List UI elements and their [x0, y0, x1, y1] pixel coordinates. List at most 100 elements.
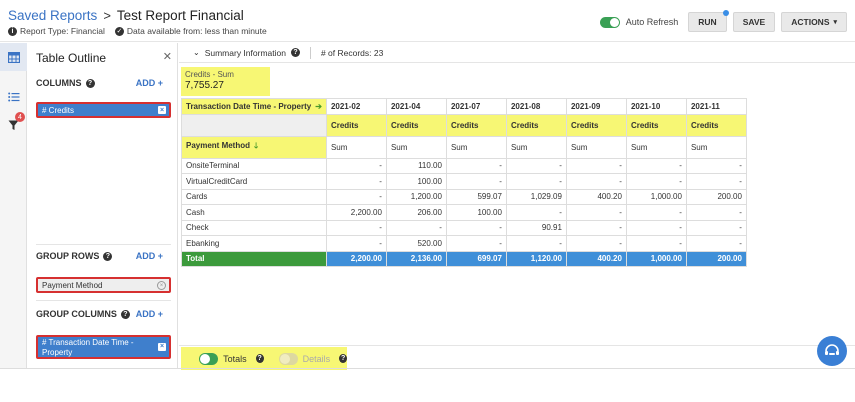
- table-cell: -: [325, 157, 387, 174]
- records-count: # of Records: 23: [320, 47, 384, 58]
- save-button-label: SAVE: [742, 17, 766, 27]
- table-cell: -: [625, 219, 687, 236]
- group-row-pill-payment-method[interactable]: Payment Method ×: [36, 277, 171, 293]
- measure-header: Credits: [625, 113, 687, 137]
- date-header: 2021-02: [325, 98, 387, 115]
- help-icon[interactable]: ?: [85, 78, 95, 88]
- details-toggle[interactable]: [278, 352, 298, 365]
- table-cell: -: [445, 235, 507, 252]
- table-row-measure: Credits Credits Credits Credits Credits …: [181, 113, 747, 137]
- group-column-pill-label: # Transaction Date Time - Property: [42, 338, 134, 357]
- table-cell: 400.20: [565, 188, 627, 205]
- table-row: Check - - -90.91- - -: [181, 219, 747, 236]
- table-cell: 599.07: [445, 188, 507, 205]
- table-cell: 100.00: [385, 173, 447, 190]
- table-cell: 2,200.00: [325, 204, 387, 221]
- table-body: OnsiteTerminal -110.00- - - - - VirtualCreditC…: [181, 157, 747, 252]
- help-icon[interactable]: ?: [255, 354, 264, 363]
- table-row: VirtualCreditCard -100.00- - - - -: [181, 173, 747, 190]
- table-cell: 100.00: [445, 204, 507, 221]
- totals-label: Totals: [223, 353, 247, 364]
- table-cell: -: [625, 173, 687, 190]
- table-row-agg: Payment Method 🡓 Sum Sum Sum Sum Sum Sum …: [181, 135, 747, 159]
- add-group-row-button[interactable]: ADD +: [136, 251, 163, 261]
- actions-button[interactable]: ACTIONS ▾: [781, 12, 847, 32]
- save-button[interactable]: SAVE: [732, 12, 776, 32]
- table-view-button[interactable]: [0, 43, 27, 71]
- total-cell: 2,136.00: [385, 250, 447, 267]
- date-header: 2021-09: [565, 98, 627, 115]
- total-cell: 2,200.00: [325, 250, 387, 267]
- report-meta: i Report Type: Financial ✓ Data availabl…: [8, 26, 267, 36]
- details-label: Details: [302, 353, 331, 364]
- chevron-down-icon[interactable]: ⌄: [193, 48, 200, 57]
- table-cell: -: [505, 173, 567, 190]
- chat-icon: [825, 344, 839, 355]
- table-cell: -: [505, 235, 567, 252]
- table-row: Cards -1,200.00 599.07 1,029.09 400.20 1,000.…: [181, 188, 747, 205]
- credits-sum-card: Credits - Sum 7,755.27: [181, 67, 270, 96]
- table-row: OnsiteTerminal -110.00- - - - -: [181, 157, 747, 174]
- help-icon[interactable]: ?: [339, 354, 347, 363]
- table-cell: 1,029.09: [505, 188, 567, 205]
- row-label: Cards: [181, 188, 327, 205]
- table-cell: -: [565, 173, 627, 190]
- run-button-label: RUN: [698, 17, 717, 27]
- run-button[interactable]: RUN: [688, 10, 729, 32]
- totals-details-toggles: Totals ? Details ?: [181, 347, 347, 370]
- help-icon[interactable]: ?: [290, 48, 300, 57]
- group-column-pill-transaction-date[interactable]: # Transaction Date Time - Property ×: [36, 335, 171, 359]
- totals-toggle[interactable]: [199, 352, 219, 365]
- breadcrumb-saved-reports[interactable]: Saved Reports: [8, 8, 97, 23]
- date-header: 2021-08: [505, 98, 567, 115]
- table-footer: Totals ? Details ?: [179, 345, 855, 370]
- group-columns-label: GROUP COLUMNS: [36, 309, 117, 319]
- divider: [36, 300, 171, 301]
- table-cell: -: [685, 219, 747, 236]
- filter-button[interactable]: 4: [0, 111, 27, 139]
- table-cell: -: [685, 173, 747, 190]
- total-label: Total: [181, 250, 327, 267]
- credits-sum-value: 7,755.27: [185, 80, 224, 91]
- close-icon[interactable]: ✕: [163, 50, 172, 63]
- table-icon: [7, 51, 20, 63]
- add-group-column-button[interactable]: ADD +: [136, 309, 163, 319]
- summary-bar: ⌄ Summary Information ? # of Records: 23: [179, 43, 855, 63]
- add-column-button[interactable]: ADD +: [136, 78, 163, 88]
- date-header: 2021-04: [385, 98, 447, 115]
- table-cell: 200.00: [685, 188, 747, 205]
- remove-icon[interactable]: ×: [158, 343, 166, 351]
- arrow-right-icon: ➔: [315, 101, 322, 111]
- total-cell: 400.20: [565, 250, 627, 267]
- table-cell: -: [625, 204, 687, 221]
- summary-label[interactable]: Summary Information: [205, 48, 286, 58]
- table-cell: -: [565, 219, 627, 236]
- support-chat-button[interactable]: [817, 336, 847, 366]
- table-cell: 520.00: [385, 235, 447, 252]
- total-cell: 200.00: [685, 250, 747, 267]
- columns-label: COLUMNS: [36, 78, 82, 88]
- group-rows-heading: GROUP ROWS ?: [36, 251, 113, 261]
- row-label: Check: [181, 219, 327, 236]
- table-row: Ebanking -520.00- - - - -: [181, 235, 747, 252]
- remove-icon[interactable]: ×: [157, 281, 166, 290]
- row-group-header[interactable]: Payment Method 🡓: [181, 135, 327, 159]
- table-outline-panel: Table Outline ✕ COLUMNS ? ADD + # Credit…: [28, 43, 178, 368]
- check-circle-icon: ✓: [114, 26, 124, 36]
- group-row-pill-label: Payment Method: [42, 280, 103, 290]
- total-cell: 699.07: [445, 250, 507, 267]
- remove-icon[interactable]: ×: [158, 106, 166, 114]
- table-cell: -: [385, 219, 447, 236]
- outline-view-button[interactable]: [0, 83, 27, 111]
- actions-button-label: ACTIONS: [791, 17, 830, 27]
- auto-refresh-toggle[interactable]: [599, 16, 620, 28]
- header-actions: Auto Refresh RUN SAVE ACTIONS ▾: [599, 10, 847, 32]
- agg-header: Sum: [505, 135, 567, 159]
- group-columns-heading: GROUP COLUMNS ?: [36, 309, 130, 319]
- table-cell: -: [445, 157, 507, 174]
- table-cell: -: [565, 204, 627, 221]
- help-icon[interactable]: ?: [120, 309, 130, 319]
- column-group-header[interactable]: Transaction Date Time - Property ➔: [181, 98, 327, 115]
- help-icon[interactable]: ?: [103, 251, 113, 261]
- column-pill-credits[interactable]: # Credits ×: [36, 102, 171, 118]
